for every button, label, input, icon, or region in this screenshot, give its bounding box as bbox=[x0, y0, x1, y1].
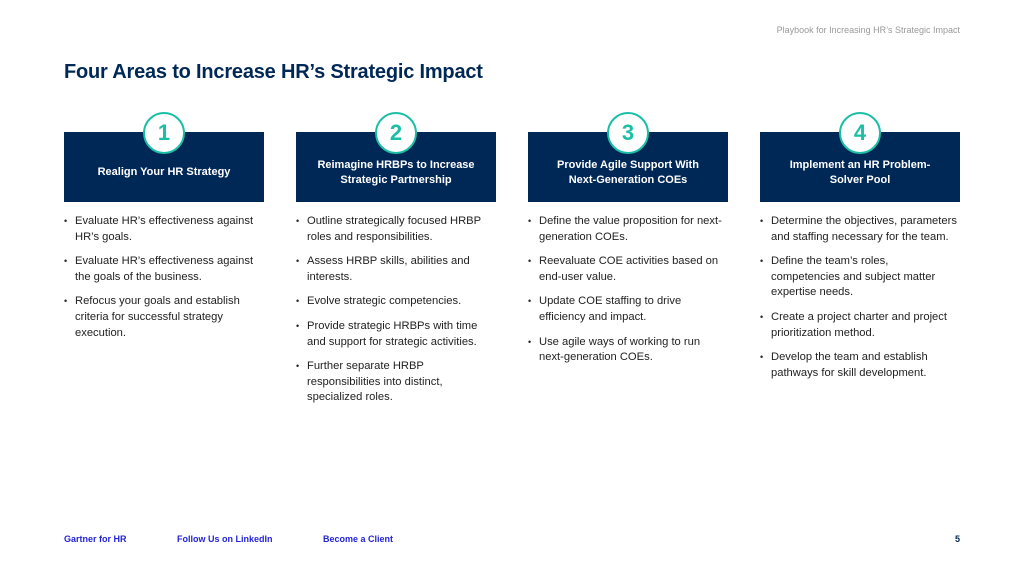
page-title: Four Areas to Increase HR’s Strategic Im… bbox=[64, 61, 483, 83]
list-item: Assess HRBP skills, abilities and intere… bbox=[296, 254, 496, 285]
list-item: Reevaluate COE activities based on end-u… bbox=[528, 254, 728, 285]
area-column: Provide Agile Support With Next-Generati… bbox=[528, 112, 728, 375]
linkedin-link[interactable]: Follow Us on LinkedIn bbox=[177, 534, 273, 544]
become-client-link[interactable]: Become a Client bbox=[323, 534, 393, 544]
area-title: Provide Agile Support With Next-Generati… bbox=[557, 158, 699, 187]
list-item: Evaluate HR’s effectiveness against the … bbox=[64, 254, 264, 285]
list-item: Further separate HRBP responsibilities i… bbox=[296, 359, 496, 406]
gartner-for-hr-link[interactable]: Gartner for HR bbox=[64, 534, 127, 544]
area-number-badge: 2 bbox=[375, 112, 417, 154]
list-item: Define the value proposition for next-ge… bbox=[528, 214, 728, 245]
list-item: Update COE staffing to drive efficiency … bbox=[528, 294, 728, 325]
area-column: Realign Your HR Strategy 1 Evaluate HR’s e… bbox=[64, 112, 264, 350]
bullet-list: Define the value proposition for next-ge… bbox=[528, 214, 728, 366]
list-item: Create a project charter and project pri… bbox=[760, 310, 960, 341]
list-item: Evolve strategic competencies. bbox=[296, 294, 496, 310]
bullet-list: Outline strategically focused HRBP roles… bbox=[296, 214, 496, 406]
area-title: Implement an HR Problem-Solver Pool bbox=[789, 158, 931, 187]
page-number: 5 bbox=[954, 534, 960, 544]
area-title: Realign Your HR Strategy bbox=[97, 166, 231, 179]
bullet-list: Evaluate HR’s effectiveness against HR’s… bbox=[64, 214, 264, 341]
list-item: Develop the team and establish pathways … bbox=[760, 350, 960, 381]
list-item: Evaluate HR’s effectiveness against HR’s… bbox=[64, 214, 264, 245]
bullet-list: Determine the objectives, parameters and… bbox=[760, 214, 960, 381]
area-number-badge: 3 bbox=[607, 112, 649, 154]
area-number-badge: 1 bbox=[143, 112, 185, 154]
list-item: Outline strategically focused HRBP roles… bbox=[296, 214, 496, 245]
running-title: Playbook for Increasing HR’s Strategic I… bbox=[776, 25, 960, 35]
area-column: Implement an HR Problem-Solver Pool 4 Dete… bbox=[760, 112, 960, 390]
area-number-badge: 4 bbox=[839, 112, 881, 154]
list-item: Refocus your goals and establish criteri… bbox=[64, 294, 264, 341]
area-column: Reimagine HRBPs to Increase Strategic Pa… bbox=[296, 112, 496, 415]
list-item: Provide strategic HRBPs with time and su… bbox=[296, 319, 496, 350]
list-item: Define the team’s roles, competencies an… bbox=[760, 254, 960, 301]
list-item: Use agile ways of working to run next-ge… bbox=[528, 335, 728, 366]
list-item: Determine the objectives, parameters and… bbox=[760, 214, 960, 245]
area-title: Reimagine HRBPs to Increase Strategic Pa… bbox=[317, 158, 475, 187]
